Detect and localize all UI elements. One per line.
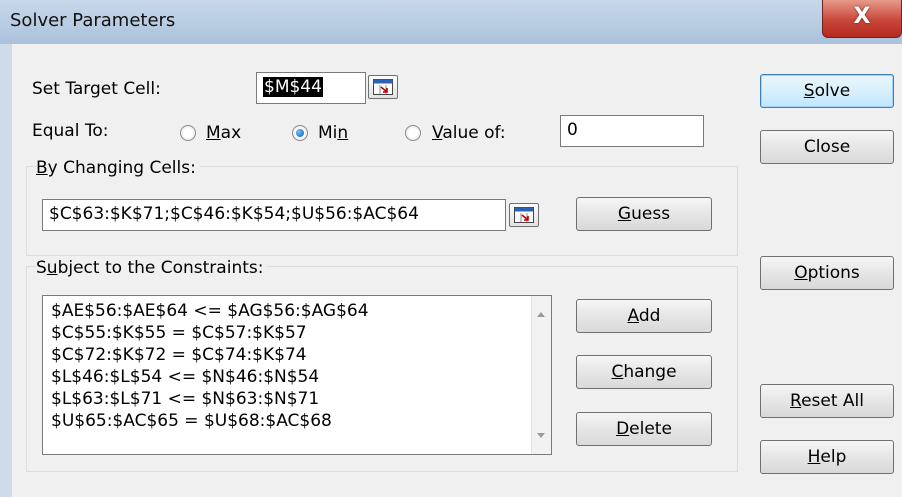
- changing-cells-collapse-button[interactable]: [509, 203, 539, 227]
- radio-max-label[interactable]: Max: [206, 123, 241, 143]
- changing-cells-value: $C$63:$K$71;$C$46:$K$54;$U$56:$AC$64: [49, 204, 419, 224]
- value-of-input[interactable]: 0: [560, 115, 704, 147]
- list-item[interactable]: $L$63:$L$71 <= $N$63:$N$71: [43, 388, 369, 410]
- value-of-value: 0: [567, 120, 578, 140]
- help-button[interactable]: Help: [760, 440, 894, 474]
- solve-button[interactable]: Solve: [760, 74, 894, 108]
- collapse-dialog-icon: [373, 79, 393, 95]
- list-item[interactable]: $U$65:$AC$65 = $U$68:$AC$68: [43, 410, 369, 432]
- list-item[interactable]: $L$46:$L$54 <= $N$46:$N$54: [43, 366, 369, 388]
- list-item[interactable]: $C$55:$K$55 = $C$57:$K$57: [43, 322, 369, 344]
- add-constraint-button[interactable]: Add: [576, 299, 712, 333]
- changing-cells-label: By Changing Cells:: [36, 158, 200, 178]
- radio-min[interactable]: [292, 125, 308, 141]
- delete-constraint-button[interactable]: Delete: [576, 412, 712, 446]
- equal-to-label: Equal To:: [32, 121, 109, 141]
- radio-value-of-label[interactable]: Value of:: [432, 123, 506, 143]
- guess-button[interactable]: Guess: [576, 197, 712, 231]
- change-constraint-button[interactable]: Change: [576, 355, 712, 389]
- close-icon: X: [853, 4, 871, 29]
- target-cell-collapse-button[interactable]: [368, 75, 398, 99]
- collapse-dialog-icon: [514, 207, 534, 223]
- radio-min-label[interactable]: Min: [318, 123, 348, 143]
- close-window-button[interactable]: X: [822, 0, 902, 38]
- dialog-body: Set Target Cell: $M$44 Equal To: Max Min…: [12, 44, 902, 497]
- scroll-down-arrow-icon[interactable]: [537, 433, 545, 438]
- scroll-up-arrow-icon[interactable]: [537, 312, 545, 317]
- target-cell-value: $M$44: [263, 77, 323, 97]
- reset-all-button[interactable]: Reset All: [760, 384, 894, 418]
- options-button[interactable]: Options: [760, 256, 894, 290]
- constraints-list[interactable]: $AE$56:$AE$64 <= $AG$56:$AG$64 $C$55:$K$…: [42, 295, 552, 455]
- target-cell-input[interactable]: $M$44: [256, 72, 366, 104]
- changing-cells-input[interactable]: $C$63:$K$71;$C$46:$K$54;$U$56:$AC$64: [42, 199, 506, 231]
- radio-max[interactable]: [180, 125, 196, 141]
- list-item[interactable]: $C$72:$K$72 = $C$74:$K$74: [43, 344, 369, 366]
- window-title: Solver Parameters: [10, 10, 176, 31]
- constraints-scrollbar[interactable]: [531, 296, 551, 454]
- title-bar: Solver Parameters X: [0, 0, 902, 44]
- target-cell-label: Set Target Cell:: [32, 79, 161, 99]
- close-button[interactable]: Close: [760, 130, 894, 164]
- constraints-label: Subject to the Constraints:: [36, 258, 268, 278]
- window-frame: [0, 44, 12, 497]
- radio-value-of[interactable]: [405, 125, 421, 141]
- list-item[interactable]: $AE$56:$AE$64 <= $AG$56:$AG$64: [43, 300, 369, 322]
